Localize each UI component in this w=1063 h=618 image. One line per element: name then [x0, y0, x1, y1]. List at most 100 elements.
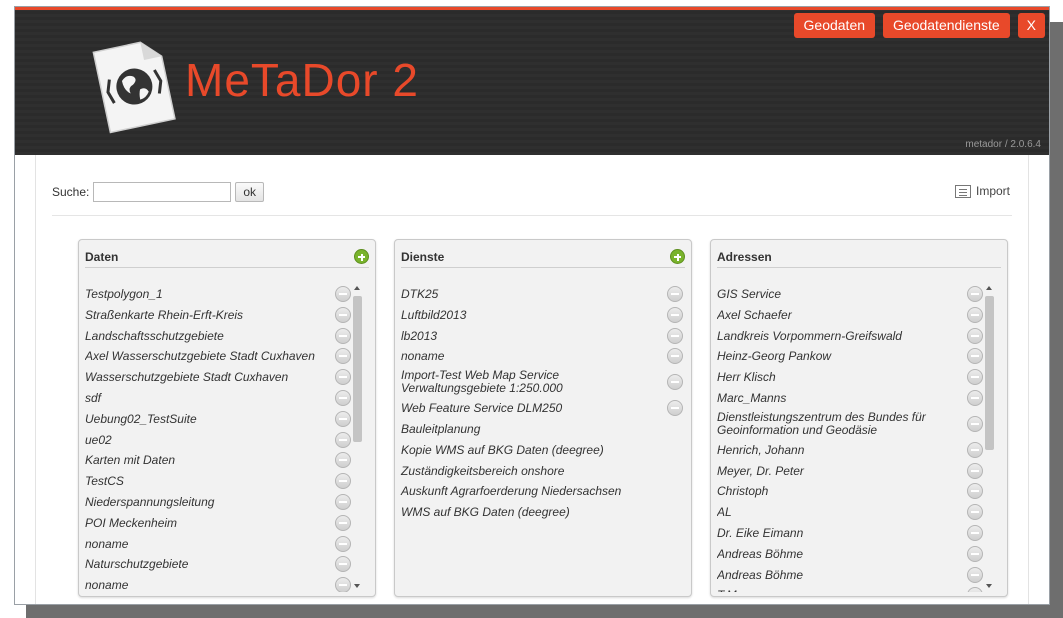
list-item[interactable]: Straßenkarte Rhein-Erft-Kreis	[85, 305, 369, 326]
nav-geodaten-button[interactable]: Geodaten	[793, 13, 876, 38]
scroll-up-arrow-icon[interactable]	[354, 286, 360, 290]
remove-icon[interactable]	[667, 400, 683, 417]
list-item-label[interactable]: POI Meckenheim	[85, 513, 177, 534]
list-item[interactable]: T.M.	[717, 585, 1001, 592]
remove-icon[interactable]	[967, 545, 983, 562]
remove-icon[interactable]	[967, 389, 983, 406]
list-item-label[interactable]: Bauleitplanung	[401, 419, 480, 440]
list-item[interactable]: AL	[717, 502, 1001, 523]
close-button[interactable]: X	[1017, 13, 1045, 38]
nav-geodatendienste-button[interactable]: Geodatendienste	[883, 13, 1010, 38]
list-item[interactable]: lb2013	[401, 326, 685, 347]
list-item-label[interactable]: Andreas Böhme	[717, 544, 803, 565]
list-item-label[interactable]: Dienstleistungszentrum des Bundes für Ge…	[717, 410, 957, 437]
remove-icon[interactable]	[967, 286, 983, 302]
list-item[interactable]: Testpolygon_1	[85, 284, 369, 305]
list-item[interactable]: Landkreis Vorpommern-Greifswald	[717, 326, 1001, 347]
list-item-label[interactable]: Luftbild2013	[401, 305, 466, 326]
list-item-label[interactable]: Andreas Böhme	[717, 565, 803, 586]
list-item[interactable]: noname	[85, 575, 369, 592]
list-item[interactable]: Karten mit Daten	[85, 450, 369, 471]
remove-icon[interactable]	[335, 431, 351, 448]
list-item-label[interactable]: Zuständigkeitsbereich onshore	[401, 461, 564, 482]
list-item[interactable]: Uebung02_TestSuite	[85, 409, 369, 430]
list-item-label[interactable]: DTK25	[401, 284, 438, 305]
remove-icon[interactable]	[667, 327, 683, 344]
scrollbar-thumb[interactable]	[353, 296, 362, 442]
remove-icon[interactable]	[335, 514, 351, 531]
remove-icon[interactable]	[667, 348, 683, 365]
list-item[interactable]: Kopie WMS auf BKG Daten (deegree)	[401, 440, 685, 461]
search-ok-button[interactable]: ok	[235, 182, 265, 202]
list-item[interactable]: Marc_Manns	[717, 388, 1001, 409]
remove-icon[interactable]	[335, 452, 351, 469]
list-item-label[interactable]: Auskunft Agrarfoerderung Niedersachsen	[401, 481, 621, 502]
list-item-label[interactable]: Import-Test Web Map Service Verwaltungsg…	[401, 369, 641, 395]
list-item-label[interactable]: lb2013	[401, 326, 437, 347]
list-item[interactable]: WMS auf BKG Daten (deegree)	[401, 502, 685, 523]
list-item-label[interactable]: Straßenkarte Rhein-Erft-Kreis	[85, 305, 243, 326]
remove-icon[interactable]	[335, 348, 351, 365]
list-item-label[interactable]: WMS auf BKG Daten (deegree)	[401, 502, 570, 523]
remove-icon[interactable]	[335, 535, 351, 552]
remove-icon[interactable]	[967, 327, 983, 344]
list-item[interactable]: Niederspannungsleitung	[85, 492, 369, 513]
list-item-label[interactable]: noname	[85, 575, 128, 592]
list-item[interactable]: Landschaftsschutzgebiete	[85, 326, 369, 347]
remove-icon[interactable]	[967, 462, 983, 479]
list-item-label[interactable]: Web Feature Service DLM250	[401, 398, 562, 419]
list-item-label[interactable]: Heinz-Georg Pankow	[717, 346, 831, 367]
list-item[interactable]: Luftbild2013	[401, 305, 685, 326]
list-item-label[interactable]: ue02	[85, 430, 112, 451]
remove-icon[interactable]	[667, 374, 683, 391]
remove-icon[interactable]	[335, 473, 351, 490]
list-item-label[interactable]: Meyer, Dr. Peter	[717, 461, 804, 482]
list-item-label[interactable]: Naturschutzgebiete	[85, 554, 188, 575]
remove-icon[interactable]	[667, 286, 683, 302]
list-item[interactable]: GIS Service	[717, 284, 1001, 305]
list-item[interactable]: Zuständigkeitsbereich onshore	[401, 461, 685, 482]
list-item[interactable]: Import-Test Web Map Service Verwaltungsg…	[401, 367, 685, 398]
list-item[interactable]: Wasserschutzgebiete Stadt Cuxhaven	[85, 367, 369, 388]
list-item-label[interactable]: T.M.	[717, 585, 740, 592]
list-item-label[interactable]: Herr Klisch	[717, 367, 776, 388]
remove-icon[interactable]	[335, 389, 351, 406]
remove-icon[interactable]	[667, 306, 683, 323]
list-item[interactable]: DTK25	[401, 284, 685, 305]
list-item-label[interactable]: Niederspannungsleitung	[85, 492, 214, 513]
list-item[interactable]: Christoph	[717, 481, 1001, 502]
list-item-label[interactable]: Uebung02_TestSuite	[85, 409, 197, 430]
list-item-label[interactable]: Testpolygon_1	[85, 284, 163, 305]
list-item-label[interactable]: AL	[717, 502, 732, 523]
list-item[interactable]: ue02	[85, 430, 369, 451]
list-item[interactable]: Heinz-Georg Pankow	[717, 346, 1001, 367]
list-item-label[interactable]: GIS Service	[717, 284, 781, 305]
import-link[interactable]: Import	[954, 184, 1010, 198]
scroll-up-arrow-icon[interactable]	[986, 286, 992, 290]
list-item[interactable]: noname	[401, 346, 685, 367]
list-item[interactable]: Dr. Eike Eimann	[717, 523, 1001, 544]
scroll-down-arrow-icon[interactable]	[354, 584, 360, 588]
list-item[interactable]: Web Feature Service DLM250	[401, 398, 685, 419]
list-item-label[interactable]: Landschaftsschutzgebiete	[85, 326, 224, 347]
daten-scrollbar[interactable]	[352, 284, 363, 590]
remove-icon[interactable]	[967, 483, 983, 500]
list-item-label[interactable]: Kopie WMS auf BKG Daten (deegree)	[401, 440, 604, 461]
remove-icon[interactable]	[335, 306, 351, 323]
add-dienste-icon[interactable]	[670, 249, 685, 264]
list-item-label[interactable]: Marc_Manns	[717, 388, 786, 409]
scrollbar-thumb[interactable]	[985, 296, 994, 450]
list-item[interactable]: TestCS	[85, 471, 369, 492]
remove-icon[interactable]	[967, 306, 983, 323]
list-item[interactable]: Dienstleistungszentrum des Bundes für Ge…	[717, 409, 1001, 440]
list-item-label[interactable]: Dr. Eike Eimann	[717, 523, 803, 544]
list-item-label[interactable]: Axel Schaefer	[717, 305, 792, 326]
list-item[interactable]: Naturschutzgebiete	[85, 554, 369, 575]
remove-icon[interactable]	[967, 441, 983, 458]
remove-icon[interactable]	[335, 286, 351, 302]
remove-icon[interactable]	[967, 415, 983, 432]
list-item-label[interactable]: TestCS	[85, 471, 124, 492]
remove-icon[interactable]	[335, 410, 351, 427]
scroll-down-arrow-icon[interactable]	[986, 584, 992, 588]
adressen-scrollbar[interactable]	[984, 284, 995, 590]
